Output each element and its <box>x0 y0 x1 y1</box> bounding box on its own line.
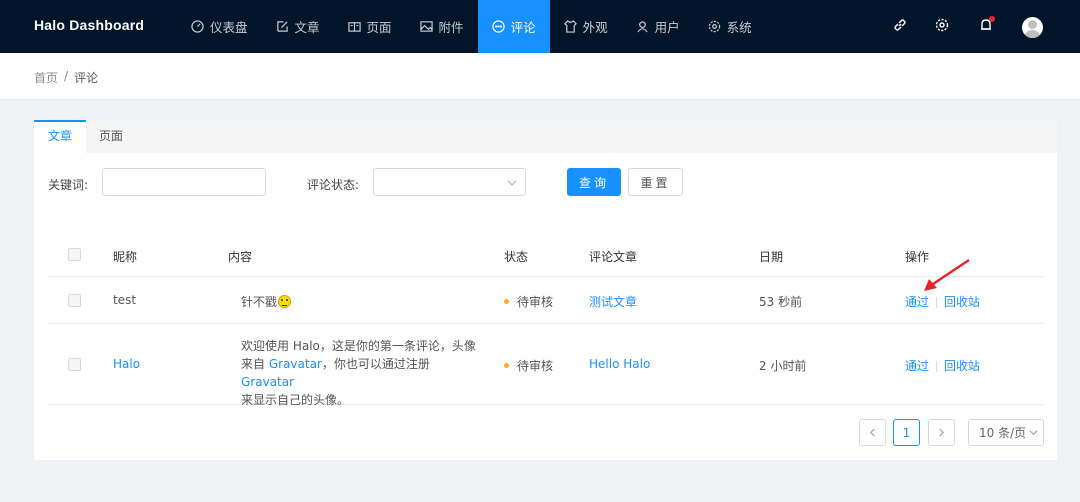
setting-icon <box>708 20 721 33</box>
picture-icon <box>419 20 433 33</box>
user-icon <box>636 20 649 33</box>
divider <box>936 361 938 372</box>
status-badge: 待审核 <box>504 357 553 374</box>
search-button[interactable]: 查询 <box>567 168 621 196</box>
nav-item-posts[interactable]: 文章 <box>262 0 334 53</box>
bell-icon[interactable] <box>979 16 995 34</box>
col-post: 评论文章 <box>589 250 638 264</box>
chevron-left-icon <box>869 428 875 437</box>
nav-label: 外观 <box>582 20 608 35</box>
tab-pages[interactable]: 页面 <box>85 120 137 153</box>
brand-logo[interactable]: Halo Dashboard <box>34 17 144 33</box>
breadcrumb-current: 评论 <box>74 71 99 85</box>
nav-item-pages[interactable]: 页面 <box>334 0 406 53</box>
comment-date: 53 秒前 <box>759 295 803 309</box>
tab-bar: 文章 页面 <box>34 120 1057 153</box>
comment-date: 2 小时前 <box>759 359 807 373</box>
breadcrumb-separator: / <box>64 69 69 83</box>
col-date: 日期 <box>759 250 784 264</box>
nav-item-dashboard[interactable]: 仪表盘 <box>177 0 262 53</box>
dashboard-icon <box>191 20 204 33</box>
chevron-down-icon <box>1029 430 1038 436</box>
main-nav: 仪表盘 文章 页面 附件 评论 外观 用户 系统 <box>177 0 766 53</box>
gear-icon[interactable] <box>935 18 951 34</box>
approve-button[interactable]: 通过 <box>905 359 929 373</box>
chevron-down-icon <box>507 177 517 187</box>
col-content: 内容 <box>228 250 253 264</box>
link-icon[interactable] <box>893 18 909 34</box>
divider <box>936 297 938 308</box>
nav-label: 用户 <box>654 20 680 35</box>
post-link[interactable]: Hello Halo <box>589 357 650 371</box>
comment-icon <box>491 20 505 33</box>
status-label: 评论状态: <box>307 178 360 192</box>
keyword-input[interactable] <box>102 168 266 196</box>
comment-content: 针不戳 <box>241 293 292 310</box>
next-page-button[interactable] <box>928 419 955 446</box>
nav-item-comments[interactable]: 评论 <box>477 0 550 53</box>
nickname: test <box>113 293 137 307</box>
trash-button[interactable]: 回收站 <box>944 295 980 309</box>
trash-button[interactable]: 回收站 <box>944 359 980 373</box>
reset-button[interactable]: 重置 <box>628 168 683 196</box>
table-row: test 针不戳 待审核 测试文章 53 秒前 通过 回收站 <box>48 277 1045 324</box>
page-size-select[interactable]: 10 条/页 <box>968 419 1044 446</box>
comment-content: 欢迎使用 Halo，这是你的第一条评论，头像 来自 Gravatar，你也可以通… <box>241 339 476 407</box>
nav-item-attachments[interactable]: 附件 <box>406 0 478 53</box>
nickname[interactable]: Halo <box>113 357 140 371</box>
annotation-arrow <box>924 258 970 291</box>
nav-item-appearance[interactable]: 外观 <box>550 0 622 53</box>
table-row: Halo 欢迎使用 Halo，这是你的第一条评论，头像 来自 Gravatar，… <box>48 324 1045 407</box>
grin-emoji-icon <box>278 295 292 308</box>
book-icon <box>347 20 361 33</box>
edit-icon <box>276 20 289 33</box>
row-actions: 通过 回收站 <box>905 357 980 374</box>
skin-icon <box>563 20 577 33</box>
col-nickname: 昵称 <box>113 250 138 264</box>
nav-item-users[interactable]: 用户 <box>622 0 694 53</box>
chevron-right-icon <box>939 428 945 437</box>
col-status: 状态 <box>504 250 529 264</box>
nav-item-system[interactable]: 系统 <box>694 0 766 53</box>
select-all-checkbox[interactable] <box>68 248 81 261</box>
gravatar-link[interactable]: Gravatar <box>269 357 322 371</box>
nav-label: 评论 <box>510 20 536 35</box>
gravatar-link[interactable]: Gravatar <box>241 375 294 389</box>
status-badge: 待审核 <box>504 293 553 310</box>
prev-page-button[interactable] <box>859 419 886 446</box>
nav-label: 仪表盘 <box>210 20 248 35</box>
status-dot <box>504 299 509 304</box>
row-actions: 通过 回收站 <box>905 293 980 310</box>
page-number-button[interactable]: 1 <box>893 419 920 446</box>
top-navbar: Halo Dashboard 仪表盘 文章 页面 附件 评论 外观 用户 系统 <box>0 0 1080 53</box>
table-header: 昵称 内容 状态 评论文章 日期 操作 <box>48 235 1045 277</box>
post-link[interactable]: 测试文章 <box>589 293 637 310</box>
nav-label: 附件 <box>438 20 464 35</box>
avatar[interactable] <box>1022 17 1043 38</box>
nav-label: 文章 <box>294 20 320 35</box>
row-checkbox[interactable] <box>68 294 81 307</box>
nav-label: 系统 <box>726 20 752 35</box>
nav-label: 页面 <box>366 20 392 35</box>
row-checkbox[interactable] <box>68 358 81 371</box>
breadcrumb-home[interactable]: 首页 <box>34 69 58 86</box>
status-dot <box>504 363 509 368</box>
notification-dot <box>989 16 995 22</box>
breadcrumb: 首页 / 评论 <box>34 69 98 86</box>
comments-card: 文章 页面 关键词: 评论状态: 查询 重置 昵称 内容 状态 评论文章 日期 … <box>34 120 1057 460</box>
tab-posts[interactable]: 文章 <box>34 120 87 153</box>
breadcrumb-bar: 首页 / 评论 <box>0 53 1080 100</box>
keyword-label: 关键词: <box>48 178 89 192</box>
status-select[interactable] <box>373 168 526 196</box>
approve-button[interactable]: 通过 <box>905 295 929 309</box>
